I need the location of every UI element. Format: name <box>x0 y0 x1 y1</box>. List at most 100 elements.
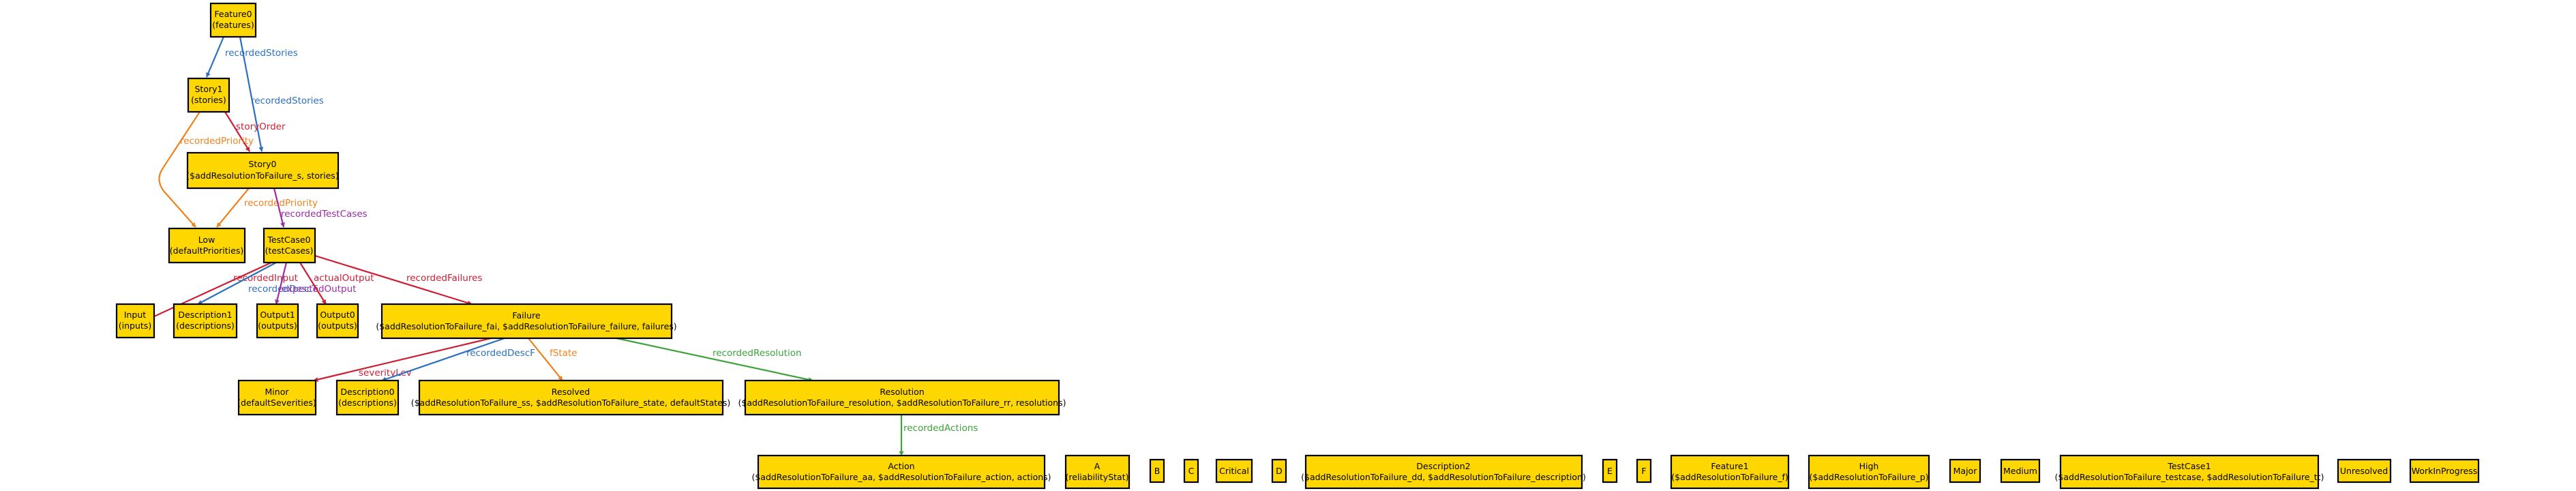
object-diagram: recordedStories recordedStories storyOrd… <box>115 2 2480 490</box>
edge-label: recordedFailures <box>406 273 482 284</box>
node-name: Major <box>1953 466 1978 476</box>
node-action: Action ($addResolutionToFailure_aa, $add… <box>751 454 1051 490</box>
node-testcase1: TestCase1 ($addResolutionToFailure_testc… <box>2055 454 2324 490</box>
node-name: Unresolved <box>2340 466 2388 476</box>
node-sets: ($addResolutionToFailure_s, stories) <box>186 170 338 181</box>
node-name: Action <box>888 461 914 471</box>
node-name: Feature1 <box>1711 461 1748 471</box>
node-sets: (descriptions) <box>338 398 397 408</box>
node-name: B <box>1154 466 1160 476</box>
node-name: Description2 <box>1416 461 1470 471</box>
edge-line <box>205 36 225 78</box>
node-output1: Output1 (outputs) <box>256 303 299 339</box>
node-name: A <box>1094 461 1100 471</box>
node-name: Feature0 <box>214 9 252 19</box>
node-feature1: Feature1 ($addResolutionToFailure_f) <box>1670 454 1790 490</box>
edge-feature0-story1: recordedStories <box>205 36 298 78</box>
node-low: Low (defaultPriorities) <box>168 227 246 264</box>
node-name: Story0 <box>249 159 277 169</box>
edge-failure-resolved: fState <box>528 338 578 381</box>
node-d: D <box>1271 458 1287 483</box>
edge-label: recordedResolution <box>713 348 802 359</box>
node-name: High <box>1859 461 1879 471</box>
node-b: B <box>1149 458 1165 483</box>
node-feature0: Feature0 (features) <box>209 2 257 38</box>
node-sets: ($addResolutionToFailure_testcase, $addR… <box>2055 472 2324 482</box>
node-testcase0: TestCase0 (testCases) <box>263 227 316 264</box>
node-name: Resolution <box>880 387 924 397</box>
node-high: High ($addResolutionToFailure_p) <box>1808 454 1930 490</box>
node-e: E <box>1602 458 1618 483</box>
node-input: Input (inputs) <box>115 303 155 339</box>
edge-line <box>616 337 813 383</box>
node-resolved: Resolved ($addResolutionToFailure_ss, $a… <box>411 379 731 416</box>
nodes: Feature0 (features) Story1 (stories) Sto… <box>115 2 2480 490</box>
node-medium: Medium <box>2000 458 2041 483</box>
node-critical: Critical <box>1215 458 1253 483</box>
edge-line <box>528 338 563 381</box>
node-sets: ($addResolutionToFailure_dd, $addResolut… <box>1301 472 1586 482</box>
node-a: A (reliabilityStat) <box>1064 454 1130 490</box>
node-sets: (outputs) <box>258 321 297 331</box>
node-sets: ($addResolutionToFailure_resolution, $ad… <box>738 398 1066 408</box>
node-name: TestCase1 <box>2167 461 2211 471</box>
node-sets: (reliabilityStat) <box>1066 472 1129 482</box>
node-name: Failure <box>512 310 540 321</box>
node-resolution: Resolution ($addResolutionToFailure_reso… <box>738 379 1066 416</box>
node-description1: Description1 (descriptions) <box>173 303 238 339</box>
edge-label: recordedPriority <box>180 136 254 147</box>
node-name: Story1 <box>195 84 223 94</box>
node-failure: Failure ($addResolutionToFailure_fai, $a… <box>376 303 677 340</box>
node-description0: Description0 (descriptions) <box>335 379 400 416</box>
node-sets: ($addResolutionToFailure_f) <box>1671 472 1788 482</box>
edge-label: recordedStories <box>251 95 324 106</box>
node-sets: (testCases) <box>265 246 314 256</box>
node-f: F <box>1636 458 1652 483</box>
edge-label: recordedStories <box>225 48 298 59</box>
edge-label: actualOutput <box>314 273 374 284</box>
node-name: Output0 <box>320 310 355 320</box>
node-c: C <box>1183 458 1199 483</box>
node-sets: (stories) <box>191 95 226 105</box>
node-name: Resolved <box>552 387 590 397</box>
node-sets: ($addResolutionToFailure_aa, $addResolut… <box>751 472 1051 482</box>
edge-label: recordedDescF <box>466 348 535 359</box>
edge-label: recordedTestCases <box>281 209 368 220</box>
edge-story0-low: recordedPriority <box>216 188 318 228</box>
node-name: E <box>1607 466 1613 476</box>
node-major: Major <box>1949 458 1981 483</box>
node-sets: (defaultSeverities) <box>237 398 316 408</box>
node-minor: Minor (defaultSeverities) <box>237 379 317 416</box>
node-sets: ($addResolutionToFailure_fai, $addResolu… <box>376 321 676 331</box>
node-name: Output1 <box>260 310 295 320</box>
edge-failure-resolution: recordedResolution <box>616 337 813 383</box>
node-sets: ($addResolutionToFailure_p) <box>1809 472 1928 482</box>
edge-label: storyOrder <box>236 121 286 132</box>
node-name: D <box>1276 466 1283 476</box>
node-name: Medium <box>2003 466 2037 476</box>
edge-resolution-action: recordedActions <box>899 415 978 456</box>
node-sets: (outputs) <box>318 321 357 331</box>
node-name: Input <box>124 310 146 320</box>
node-story1: Story1 (stories) <box>187 77 230 113</box>
node-unresolved: Unresolved <box>2337 458 2392 483</box>
edge-label: recordedInput <box>233 273 298 284</box>
node-sets: (features) <box>212 20 254 30</box>
node-name: Description0 <box>340 387 394 397</box>
node-output0: Output0 (outputs) <box>316 303 359 339</box>
node-name: TestCase0 <box>267 235 310 245</box>
node-name: F <box>1641 466 1646 476</box>
edge-label: recordedActions <box>903 423 978 434</box>
node-description2: Description2 ($addResolutionToFailure_dd… <box>1301 454 1586 490</box>
node-sets: (inputs) <box>119 321 151 331</box>
node-name: WorkInProgress <box>2412 466 2478 476</box>
node-sets: ($addResolutionToFailure_ss, $addResolut… <box>411 398 731 408</box>
node-name: Low <box>198 235 215 245</box>
edge-label: fState <box>550 348 578 359</box>
node-name: Minor <box>265 387 290 397</box>
edge-label: recordedPriority <box>244 198 318 209</box>
node-sets: (descriptions) <box>176 321 235 331</box>
node-name: Description1 <box>178 310 232 320</box>
node-workinprogress: WorkInProgress <box>2409 458 2480 483</box>
node-sets: (defaultPriorities) <box>170 246 244 256</box>
